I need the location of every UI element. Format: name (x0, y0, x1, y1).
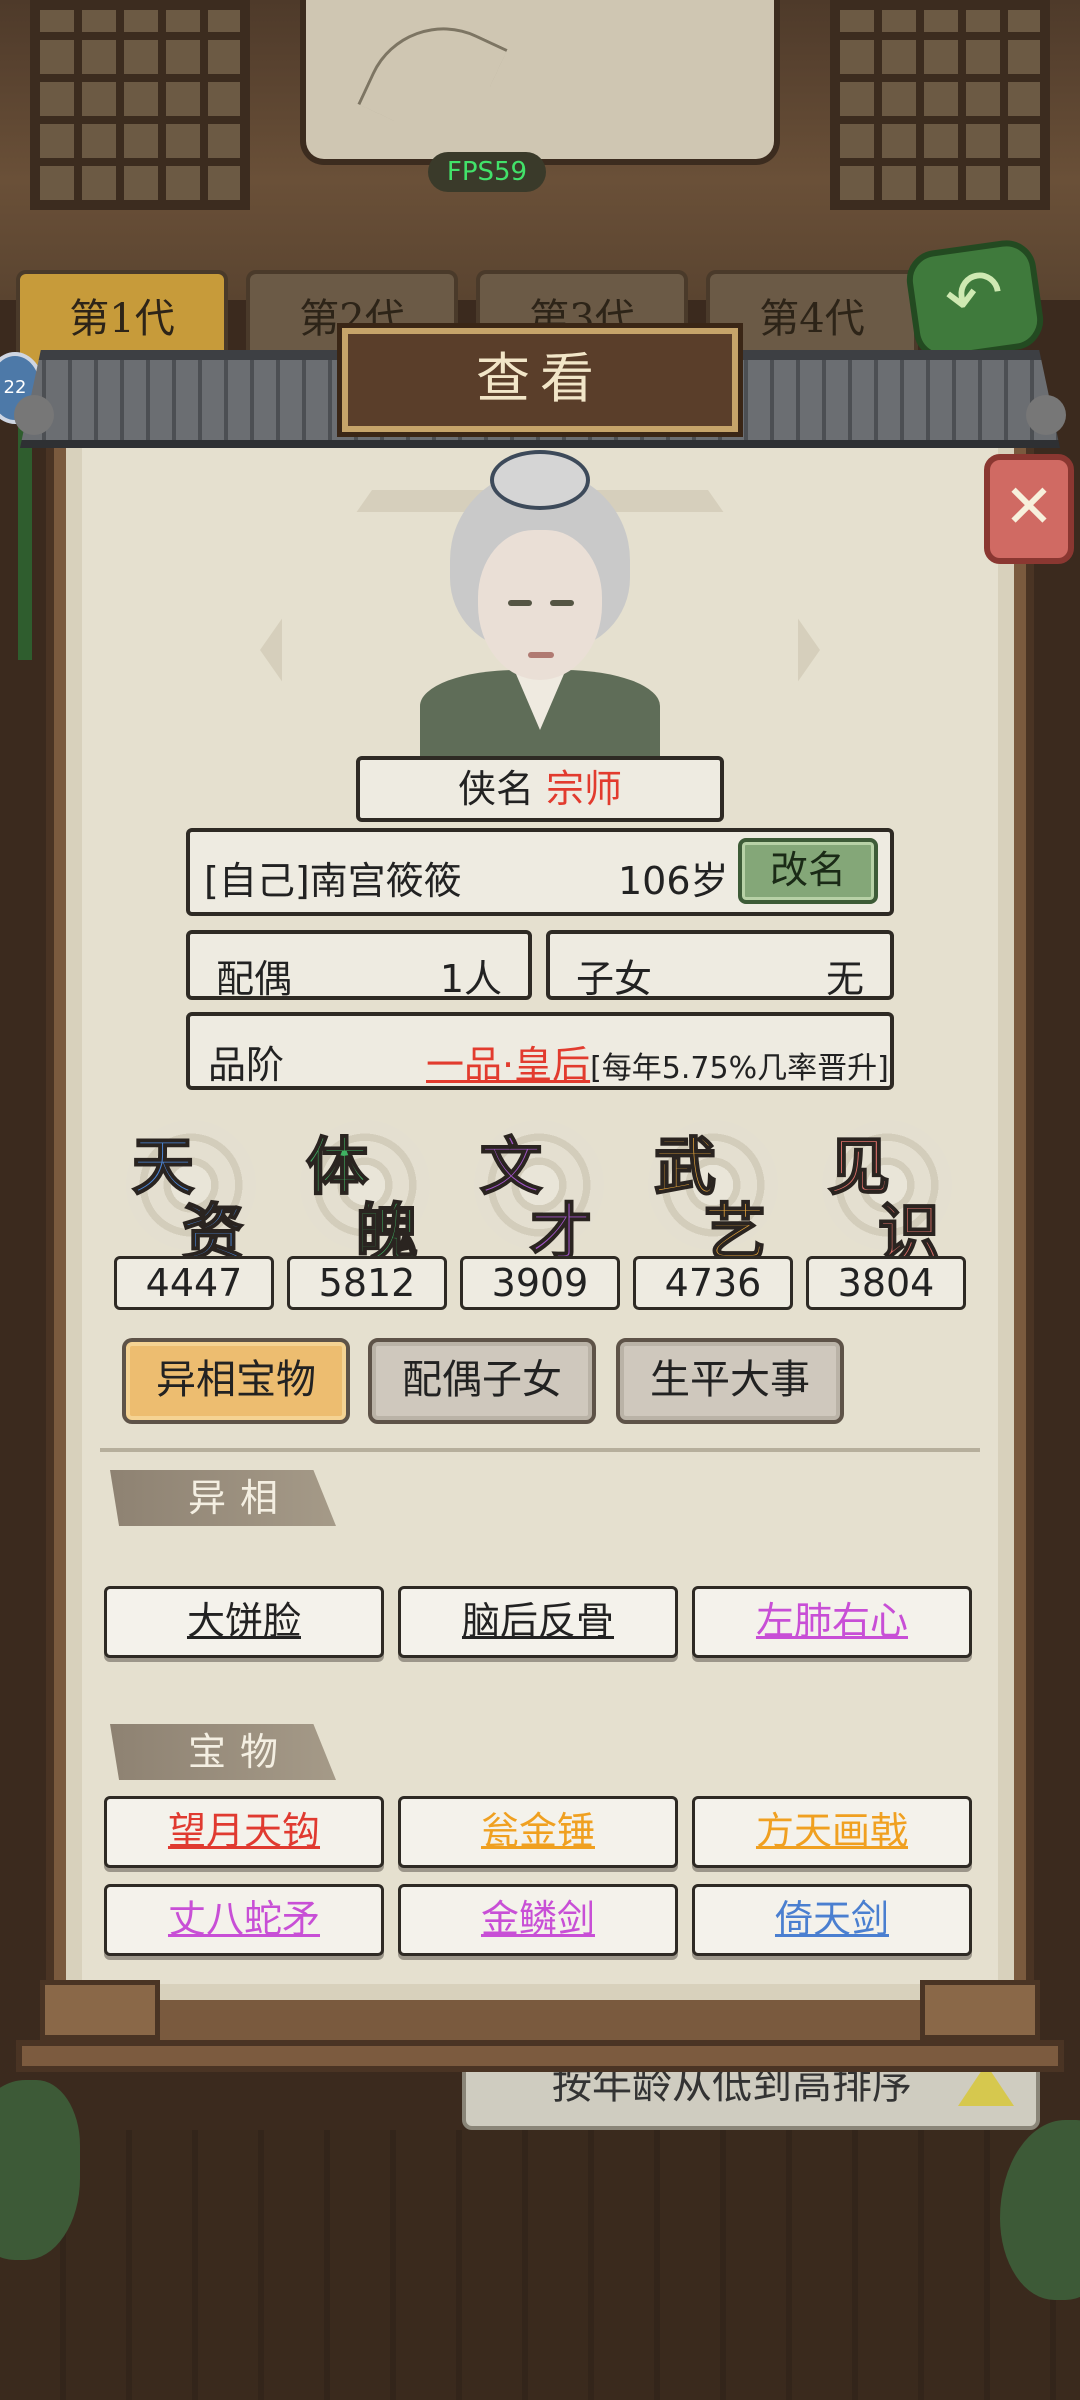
name-row: [自己]南宫筱筱 106岁 改名 (186, 828, 894, 916)
hero-title-box: 侠名 宗师 (356, 756, 724, 822)
attr-physique-value: 5812 (287, 1256, 447, 1310)
treasure-item[interactable]: 丈八蛇矛 (104, 1884, 384, 1956)
rank-promotion-note: [每年5.75%几率晋升] (590, 1051, 889, 1086)
rename-button[interactable]: 改名 (738, 838, 878, 904)
children-label: 子女 (576, 957, 653, 1001)
trait-item[interactable]: 左肺右心 (692, 1586, 972, 1658)
character-age: 106岁 (618, 859, 729, 903)
treasure-item[interactable]: 瓮金锤 (398, 1796, 678, 1868)
rank-value[interactable]: 一品·皇后 (426, 1043, 590, 1087)
close-button[interactable]: ✕ (984, 454, 1074, 564)
attr-physique-icon: 体 魄 (290, 1110, 440, 1270)
spouse-value: 1人 (439, 957, 502, 1001)
tab-spouse-children[interactable]: 配偶子女 (368, 1338, 596, 1424)
treasure-item[interactable]: 倚天剑 (692, 1884, 972, 1956)
attr-knowledge-icon: 见 识 (812, 1110, 962, 1270)
trait-item[interactable]: 大饼脸 (104, 1586, 384, 1658)
attr-talent-value: 4447 (114, 1256, 274, 1310)
character-portrait (420, 450, 660, 760)
attr-talent-icon: 天 资 (116, 1110, 266, 1270)
side-panel-edge (18, 420, 32, 660)
treasures-heading: 宝物 (110, 1724, 336, 1780)
tab-life-events[interactable]: 生平大事 (616, 1338, 844, 1424)
section-divider (100, 1448, 980, 1452)
modal-title: 查看 (342, 328, 738, 432)
attr-martial-value: 4736 (633, 1256, 793, 1310)
spouse-label: 配偶 (216, 957, 293, 1001)
window-lattice-left (30, 0, 250, 210)
roof-end-right (1026, 395, 1066, 435)
back-arrow-icon: ↶ (939, 251, 1010, 341)
children-value: 无 (825, 957, 864, 1001)
window-lattice-right (830, 0, 1050, 210)
rank-label: 品阶 (208, 1043, 285, 1087)
back-button[interactable]: ↶ (902, 236, 1048, 364)
modal-frame-base (16, 2040, 1064, 2072)
children-box: 子女 无 (546, 930, 894, 1001)
traits-heading: 异相 (110, 1470, 336, 1526)
close-icon: ✕ (1003, 472, 1055, 542)
attr-literacy-value: 3909 (460, 1256, 620, 1310)
attr-literacy-icon: 文 才 (464, 1110, 614, 1270)
character-name: [自己]南宫筱筱 (204, 859, 462, 903)
treasure-item[interactable]: 望月天钩 (104, 1796, 384, 1868)
floor-background (0, 2130, 1080, 2400)
rank-box: 品阶 一品·皇后[每年5.75%几率晋升] (186, 1012, 894, 1090)
spouse-box: 配偶 1人 (186, 930, 532, 1001)
treasure-item[interactable]: 方天画戟 (692, 1796, 972, 1868)
treasure-item[interactable]: 金鳞剑 (398, 1884, 678, 1956)
tab-traits-treasures[interactable]: 异相宝物 (122, 1338, 350, 1424)
attr-knowledge-value: 3804 (806, 1256, 966, 1310)
roof-end-left (14, 395, 54, 435)
fps-counter: FPS59 (428, 152, 546, 192)
hero-title-value: 宗师 (546, 767, 623, 811)
attr-martial-icon: 武 艺 (638, 1110, 788, 1270)
trait-item[interactable]: 脑后反骨 (398, 1586, 678, 1658)
frame-post-left (40, 1980, 160, 2040)
wall-painting (300, 0, 780, 165)
frame-post-right (920, 1980, 1040, 2040)
hero-title-label: 侠名 (457, 767, 534, 811)
